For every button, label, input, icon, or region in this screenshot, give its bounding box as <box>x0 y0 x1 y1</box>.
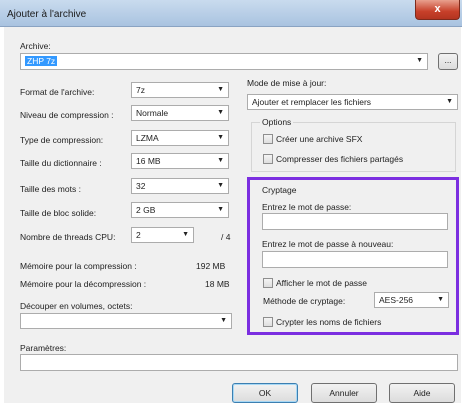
browse-button[interactable]: ... <box>438 53 458 70</box>
word-select[interactable]: 32 ▼ <box>131 178 229 194</box>
mem-comp-value: 192 MB <box>196 261 226 271</box>
method-value: AES-256 <box>379 295 414 305</box>
encrypt-names-checkbox[interactable] <box>263 317 273 327</box>
chevron-down-icon: ▼ <box>217 206 224 213</box>
chevron-down-icon: ▼ <box>437 296 444 303</box>
sfx-checkbox[interactable] <box>263 134 273 144</box>
encryption-group-label: Cryptage <box>262 185 297 195</box>
shared-label: Compresser des fichiers partagés <box>276 154 404 164</box>
method-select[interactable]: AES-256 ▼ <box>374 292 449 308</box>
close-icon: x <box>434 3 441 15</box>
level-label: Niveau de compression : <box>20 110 114 120</box>
format-select[interactable]: 7z ▼ <box>131 82 229 98</box>
password-label: Entrez le mot de passe: <box>262 202 352 212</box>
params-input[interactable] <box>20 354 458 371</box>
type-value: LZMA <box>136 133 159 143</box>
password-input[interactable] <box>262 213 448 230</box>
mem-decomp-value: 18 MB <box>205 279 230 289</box>
method-label: Méthode de cryptage: <box>263 296 346 306</box>
word-label: Taille des mots : <box>20 184 81 194</box>
help-button[interactable]: Aide <box>389 383 455 403</box>
chevron-down-icon: ▼ <box>217 182 224 189</box>
cancel-button[interactable]: Annuler <box>311 383 377 403</box>
close-button[interactable]: x <box>415 0 460 20</box>
chevron-down-icon: ▼ <box>217 109 224 116</box>
type-select[interactable]: LZMA ▼ <box>131 130 229 146</box>
update-select[interactable]: Ajouter et remplacer les fichiers ▼ <box>247 94 458 110</box>
ok-button[interactable]: OK <box>232 383 298 403</box>
threads-max: / 4 <box>221 232 231 242</box>
chevron-down-icon: ▼ <box>446 98 453 105</box>
show-password-checkbox[interactable] <box>263 278 273 288</box>
archive-label: Archive: <box>20 41 51 51</box>
threads-value: 2 <box>136 230 141 240</box>
options-group <box>251 122 456 172</box>
level-value: Normale <box>136 108 169 118</box>
solid-value: 2 GB <box>136 205 156 215</box>
dict-value: 16 MB <box>136 156 161 166</box>
password-again-label: Entrez le mot de passe à nouveau: <box>262 239 394 249</box>
sfx-label: Créer une archive SFX <box>276 134 363 144</box>
solid-label: Taille de bloc solide: <box>20 208 97 218</box>
chevron-down-icon: ▼ <box>217 86 224 93</box>
format-label: Format de l'archive: <box>20 87 95 97</box>
chevron-down-icon: ▼ <box>416 57 423 64</box>
word-value: 32 <box>136 181 146 191</box>
update-value: Ajouter et remplacer les fichiers <box>252 97 372 107</box>
shared-checkbox[interactable] <box>263 154 273 164</box>
split-label: Découper en volumes, octets: <box>20 301 133 311</box>
level-select[interactable]: Normale ▼ <box>131 105 229 121</box>
mem-decomp-label: Mémoire pour la décompression : <box>20 279 147 289</box>
threads-label: Nombre de threads CPU: <box>20 232 116 242</box>
chevron-down-icon: ▼ <box>182 231 189 238</box>
archive-path-value: ZHP 7z <box>25 56 58 66</box>
solid-select[interactable]: 2 GB ▼ <box>131 202 229 218</box>
options-label: Options <box>260 117 294 127</box>
chevron-down-icon: ▼ <box>220 317 227 324</box>
type-label: Type de compression: <box>20 135 104 145</box>
archive-path-combo[interactable]: ZHP 7z ▼ <box>20 53 428 70</box>
chevron-down-icon: ▼ <box>217 134 224 141</box>
params-label: Paramètres: <box>20 343 67 353</box>
chevron-down-icon: ▼ <box>217 157 224 164</box>
encrypt-names-label: Crypter les noms de fichiers <box>276 317 382 327</box>
password-again-input[interactable] <box>262 251 448 268</box>
mem-comp-label: Mémoire pour la compression : <box>20 261 137 271</box>
dict-select[interactable]: 16 MB ▼ <box>131 153 229 169</box>
format-value: 7z <box>136 85 145 95</box>
threads-select[interactable]: 2 ▼ <box>131 227 194 243</box>
window-title: Ajouter à l'archive <box>7 9 87 20</box>
dict-label: Taille du dictionnaire : <box>20 158 102 168</box>
show-password-label: Afficher le mot de passe <box>276 278 368 288</box>
split-select[interactable]: ▼ <box>20 313 232 329</box>
update-label: Mode de mise à jour: <box>247 78 327 88</box>
